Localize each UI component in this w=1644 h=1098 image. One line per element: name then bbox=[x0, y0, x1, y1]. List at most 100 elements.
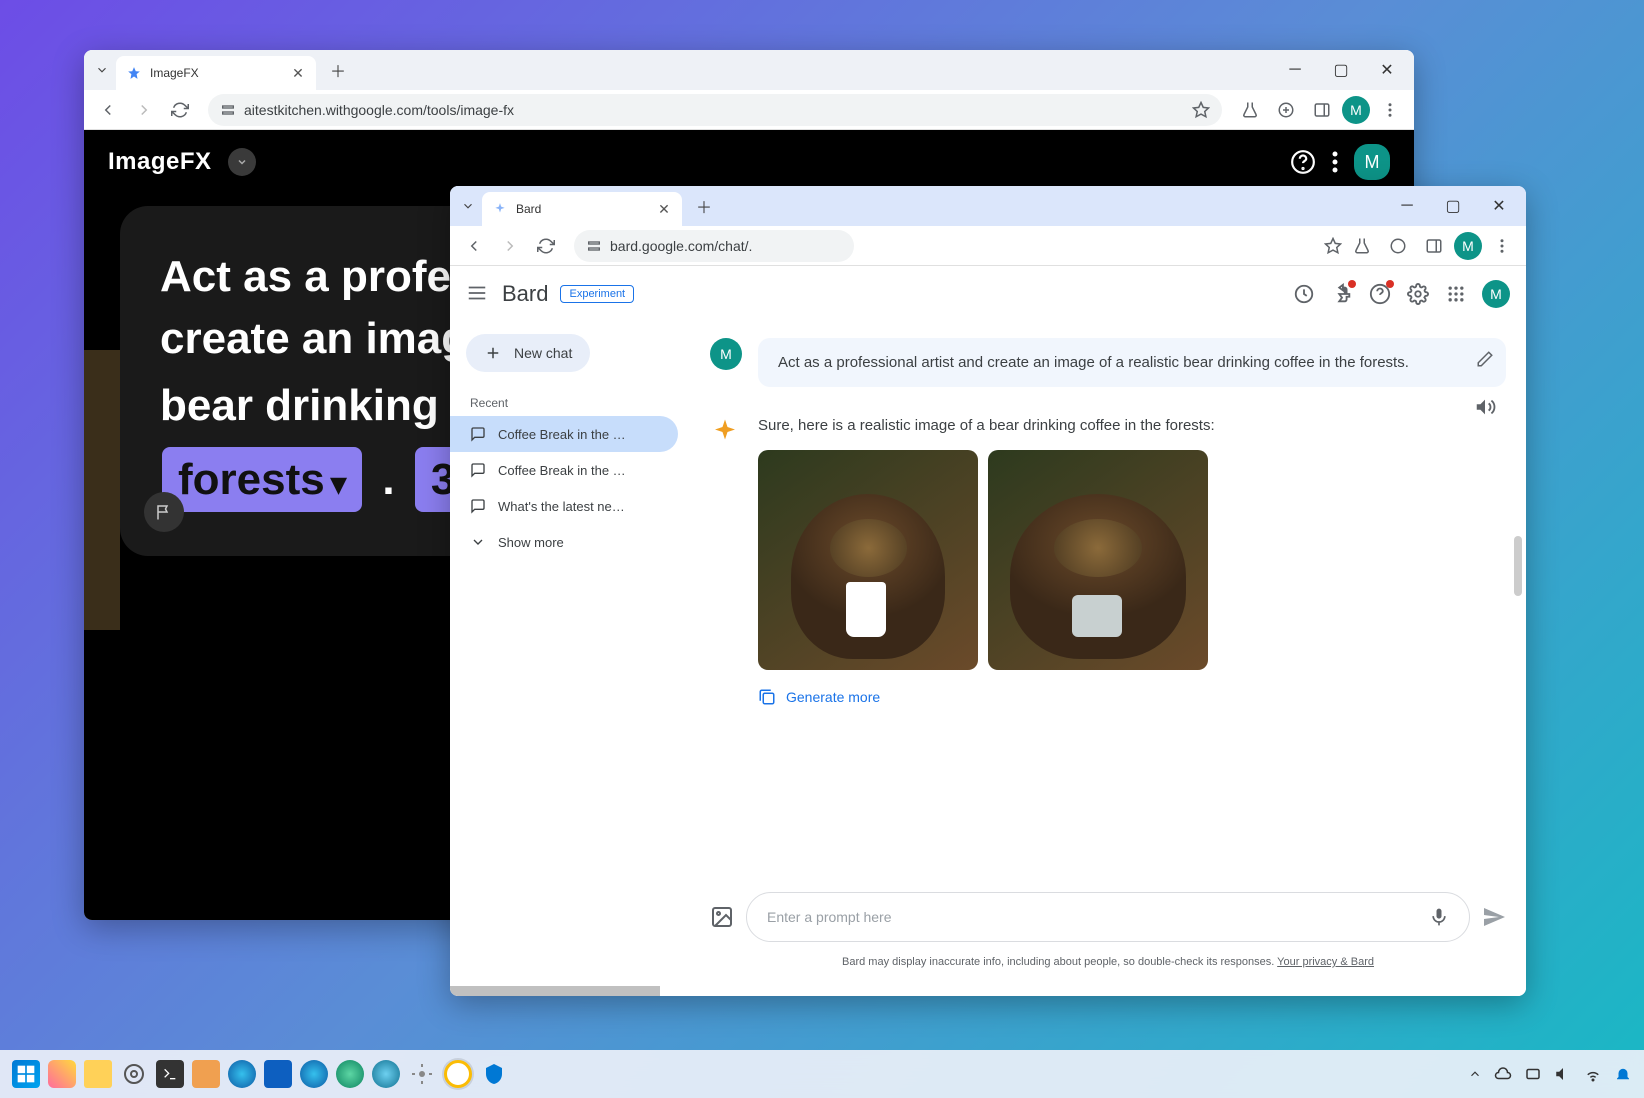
mic-icon[interactable] bbox=[1429, 907, 1449, 927]
new-tab-button[interactable]: ＋ bbox=[324, 56, 352, 84]
send-icon[interactable] bbox=[1482, 905, 1506, 929]
ai-message: Sure, here is a realistic image of a bea… bbox=[710, 417, 1506, 706]
profile-avatar[interactable]: M bbox=[1342, 96, 1370, 124]
google-icon[interactable] bbox=[1270, 94, 1302, 126]
bard-favicon-icon bbox=[492, 201, 508, 217]
labs-icon[interactable] bbox=[1234, 94, 1266, 126]
site-settings-icon bbox=[586, 238, 602, 254]
user-bubble: Act as a professional artist and create … bbox=[758, 338, 1506, 387]
generate-more-button[interactable]: Generate more bbox=[758, 688, 1506, 706]
chrome-menu-icon[interactable] bbox=[1374, 94, 1406, 126]
vertical-scrollbar[interactable] bbox=[1514, 536, 1522, 596]
image-upload-icon[interactable] bbox=[710, 905, 734, 929]
chat-item-2[interactable]: What's the latest ne… bbox=[450, 488, 678, 524]
edge-dev-icon[interactable] bbox=[372, 1060, 400, 1088]
tab-imagefx[interactable]: ImageFX ✕ bbox=[116, 56, 316, 90]
edge-icon[interactable] bbox=[228, 1060, 256, 1088]
reload-button[interactable] bbox=[164, 94, 196, 126]
user-avatar: M bbox=[710, 338, 742, 370]
footer-note: Bard may display inaccurate info, includ… bbox=[710, 950, 1506, 980]
show-more-button[interactable]: Show more bbox=[450, 524, 690, 560]
edge-beta-icon[interactable] bbox=[336, 1060, 364, 1088]
chrome-menu-icon[interactable] bbox=[1486, 230, 1518, 262]
app-icon-2[interactable] bbox=[192, 1060, 220, 1088]
explorer-icon[interactable] bbox=[84, 1060, 112, 1088]
volume-icon[interactable] bbox=[1554, 1065, 1572, 1083]
maximize-button[interactable]: ▢ bbox=[1318, 50, 1364, 90]
wifi-icon[interactable] bbox=[1584, 1065, 1602, 1083]
taskbar bbox=[0, 1050, 1644, 1098]
chevron-down-icon bbox=[470, 534, 486, 550]
reload-button[interactable] bbox=[530, 230, 562, 262]
google-icon[interactable] bbox=[1382, 230, 1414, 262]
chat-item-0[interactable]: Coffee Break in the … bbox=[450, 416, 678, 452]
star-icon[interactable] bbox=[1192, 101, 1210, 119]
forward-button[interactable] bbox=[128, 94, 160, 126]
back-button[interactable] bbox=[92, 94, 124, 126]
edit-icon[interactable] bbox=[1476, 350, 1494, 368]
app-dropdown-icon[interactable] bbox=[228, 148, 256, 176]
forward-button[interactable] bbox=[494, 230, 526, 262]
generated-image-2[interactable] bbox=[988, 450, 1208, 670]
main-panel: M Act as a professional artist and creat… bbox=[690, 266, 1526, 996]
titlebar-bard: Bard ✕ ＋ ─ ▢ ✕ bbox=[450, 186, 1526, 226]
chrome-active-icon[interactable] bbox=[444, 1060, 472, 1088]
terminal-icon[interactable] bbox=[156, 1060, 184, 1088]
close-tab-icon[interactable]: ✕ bbox=[656, 201, 672, 217]
profile-avatar[interactable]: M bbox=[1454, 232, 1482, 260]
help-icon[interactable] bbox=[1290, 149, 1316, 175]
horizontal-scrollbar[interactable] bbox=[450, 986, 660, 996]
sidepanel-icon[interactable] bbox=[1306, 94, 1338, 126]
ai-text: Sure, here is a realistic image of a bea… bbox=[758, 417, 1506, 434]
site-settings-icon bbox=[220, 102, 236, 118]
star-icon[interactable] bbox=[1324, 237, 1342, 255]
app-icon-1[interactable] bbox=[48, 1060, 76, 1088]
tray-icon[interactable] bbox=[1524, 1065, 1542, 1083]
chat-icon bbox=[470, 462, 486, 478]
chat-item-1[interactable]: Coffee Break in the … bbox=[450, 452, 678, 488]
app-icon-3[interactable] bbox=[408, 1060, 436, 1088]
settings-icon[interactable] bbox=[120, 1060, 148, 1088]
bard-logo: Bard bbox=[502, 281, 548, 307]
generated-image-1[interactable] bbox=[758, 450, 978, 670]
close-window-button[interactable]: ✕ bbox=[1476, 186, 1522, 226]
tab-title: ImageFX bbox=[150, 66, 282, 80]
chip-forests[interactable]: forests▾ bbox=[162, 447, 362, 513]
back-button[interactable] bbox=[458, 230, 490, 262]
user-avatar[interactable]: M bbox=[1354, 144, 1390, 180]
stack-icon bbox=[758, 688, 776, 706]
sidebar: New chat Recent Coffee Break in the … Co… bbox=[450, 266, 690, 996]
tab-bard[interactable]: Bard ✕ bbox=[482, 192, 682, 226]
flag-button[interactable] bbox=[144, 492, 184, 532]
close-tab-icon[interactable]: ✕ bbox=[290, 65, 306, 81]
toolbar-bard: bard.google.com/chat/. M bbox=[450, 226, 1526, 266]
store-icon[interactable] bbox=[264, 1060, 292, 1088]
tab-search-icon[interactable] bbox=[88, 56, 116, 84]
menu-icon[interactable] bbox=[1332, 151, 1338, 173]
sidepanel-icon[interactable] bbox=[1418, 230, 1450, 262]
menu-icon[interactable] bbox=[466, 282, 490, 306]
onedrive-icon[interactable] bbox=[1494, 1065, 1512, 1083]
address-bar[interactable]: bard.google.com/chat/. bbox=[574, 230, 854, 262]
input-bar: Enter a prompt here bbox=[710, 884, 1506, 950]
titlebar-imagefx: ImageFX ✕ ＋ ─ ▢ ✕ bbox=[84, 50, 1414, 90]
maximize-button[interactable]: ▢ bbox=[1430, 186, 1476, 226]
labs-icon[interactable] bbox=[1346, 230, 1378, 262]
minimize-button[interactable]: ─ bbox=[1272, 50, 1318, 90]
tab-search-icon[interactable] bbox=[454, 192, 482, 220]
close-window-button[interactable]: ✕ bbox=[1364, 50, 1410, 90]
new-tab-button[interactable]: ＋ bbox=[690, 192, 718, 220]
minimize-button[interactable]: ─ bbox=[1384, 186, 1430, 226]
notifications-icon[interactable] bbox=[1614, 1065, 1632, 1083]
security-icon[interactable] bbox=[480, 1060, 508, 1088]
edge-canary-icon[interactable] bbox=[300, 1060, 328, 1088]
tab-title: Bard bbox=[516, 202, 648, 216]
prompt-input[interactable]: Enter a prompt here bbox=[746, 892, 1470, 942]
start-button[interactable] bbox=[12, 1060, 40, 1088]
new-chat-button[interactable]: New chat bbox=[466, 334, 590, 372]
address-bar[interactable]: aitestkitchen.withgoogle.com/tools/image… bbox=[208, 94, 1222, 126]
tray-chevron-icon[interactable] bbox=[1468, 1067, 1482, 1081]
favicon-icon bbox=[126, 65, 142, 81]
privacy-link[interactable]: Your privacy & Bard bbox=[1277, 956, 1374, 968]
speaker-icon[interactable] bbox=[1474, 396, 1496, 418]
